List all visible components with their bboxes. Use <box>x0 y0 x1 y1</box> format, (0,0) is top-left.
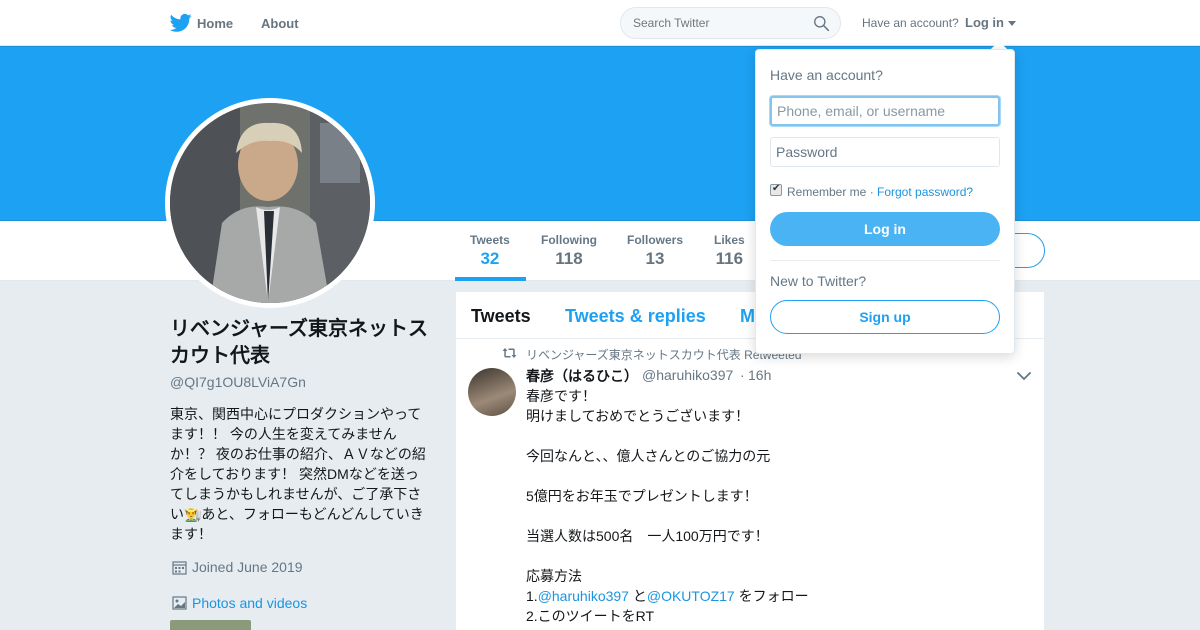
avatar-photo <box>170 103 370 303</box>
stat-value: 118 <box>555 249 583 268</box>
tweet-line: 今回なんと、、億人さんとのご協力の元 <box>526 448 771 464</box>
tweet-line-prefix: 1. <box>526 588 538 604</box>
tweet-line: 当選人数は500名 一人100万円です！ <box>526 528 769 544</box>
profile-name[interactable]: リベンジャーズ東京ネットスカウト代表 <box>170 316 430 370</box>
top-nav: Home About Have an account? Log in <box>0 0 1200 46</box>
avatar-image <box>170 103 370 303</box>
tweet-line-mid: と <box>628 588 647 604</box>
stat-value: 116 <box>715 249 744 268</box>
forgot-password-link[interactable]: Forgot password? <box>877 185 973 199</box>
chevron-down-icon[interactable] <box>1017 371 1031 381</box>
chevron-down-icon[interactable] <box>1008 21 1016 26</box>
tweet-line: 応募方法 <box>526 568 582 584</box>
stat-value: 32 <box>480 249 500 268</box>
tab-media[interactable]: M <box>740 306 755 327</box>
retweet-icon <box>502 348 517 358</box>
tweet-line-suffix: をフォロー <box>734 588 809 604</box>
photo-icon <box>172 596 187 610</box>
tweet-line: 5億円をお年玉でプレゼントします！ <box>526 488 758 504</box>
tweet-text: 春彦です！ 明けましておめでとうございます！ 今回なんと、、億人さんとのご協力の… <box>526 386 1026 626</box>
search-box[interactable] <box>620 7 841 39</box>
login-button[interactable]: Log in <box>770 212 1000 246</box>
media-thumbnail[interactable] <box>170 620 251 630</box>
stat-label: Followers <box>627 233 684 247</box>
tweet-line: 2.このツイートをRT <box>526 608 655 624</box>
tweet-line <box>526 506 1026 526</box>
stat-label: Likes <box>714 233 745 247</box>
profile-bio: 東京、関西中心にプロダクションやってます！！ 今の人生を変えてみませんか！？ 夜… <box>170 406 426 542</box>
stat-label: Tweets <box>470 233 510 247</box>
profile-handle[interactable]: @QI7g1OU8LViA7Gn <box>170 374 306 390</box>
tweet-avatar[interactable] <box>468 368 516 416</box>
tab-tweets-replies[interactable]: Tweets & replies <box>565 306 706 327</box>
new-to-twitter-text: New to Twitter? <box>770 273 867 289</box>
dropdown-heading: Have an account? <box>770 67 883 83</box>
divider <box>770 260 1000 261</box>
tweet-line: 明けましておめでとうございます！ <box>526 408 750 424</box>
nav-about-link[interactable]: About <box>261 16 299 31</box>
separator-dot: · <box>869 185 874 199</box>
tweet-line: 春彦です！ <box>526 388 596 404</box>
have-account-text: Have an account? <box>862 16 959 30</box>
stat-label: Following <box>541 233 597 247</box>
remember-me-text: Remember me <box>787 185 867 199</box>
mention-link[interactable]: @haruhiko397 <box>538 588 629 604</box>
joined-date: Joined June 2019 <box>192 559 303 575</box>
twitter-bird-icon[interactable] <box>170 13 192 33</box>
tab-tweets[interactable]: Tweets <box>471 306 531 327</box>
mention-link[interactable]: @OKUTOZ17 <box>647 588 735 604</box>
profile-avatar[interactable] <box>165 98 375 308</box>
tweet-author-name[interactable]: 春彦（はるひこ） <box>526 366 638 386</box>
tweet-author-handle[interactable]: @haruhiko397 <box>642 367 733 383</box>
calendar-icon <box>172 561 187 575</box>
tweet-line <box>526 546 1026 566</box>
signup-button[interactable]: Sign up <box>770 300 1000 334</box>
stat-followers[interactable]: Followers 13 <box>627 233 683 269</box>
login-dropdown: Have an account? ✔ Remember me · Forgot … <box>755 49 1015 354</box>
search-input[interactable] <box>633 16 803 30</box>
tweet-line: 1.@haruhiko397 と@OKUTOZ17 をフォロー <box>526 586 1026 606</box>
active-tab-indicator <box>455 277 526 281</box>
photos-videos-link[interactable]: Photos and videos <box>192 595 307 611</box>
username-field[interactable] <box>770 96 1000 126</box>
tweet-separator: · <box>740 367 745 383</box>
nav-home-link[interactable]: Home <box>197 16 233 31</box>
stat-tweets[interactable]: Tweets 32 <box>470 233 510 269</box>
stat-likes[interactable]: Likes 116 <box>714 233 745 269</box>
stat-following[interactable]: Following 118 <box>541 233 597 269</box>
tweet-timestamp[interactable]: 16h <box>748 367 771 383</box>
remember-me-label[interactable]: Remember me · <box>787 185 874 199</box>
search-icon[interactable] <box>813 15 830 32</box>
tweet-line <box>526 466 1026 486</box>
login-dropdown-toggle[interactable]: Log in <box>965 15 1004 30</box>
check-icon: ✔ <box>772 183 781 194</box>
tweet-line <box>526 426 1026 446</box>
stat-value: 13 <box>645 249 665 268</box>
password-field[interactable] <box>770 137 1000 167</box>
